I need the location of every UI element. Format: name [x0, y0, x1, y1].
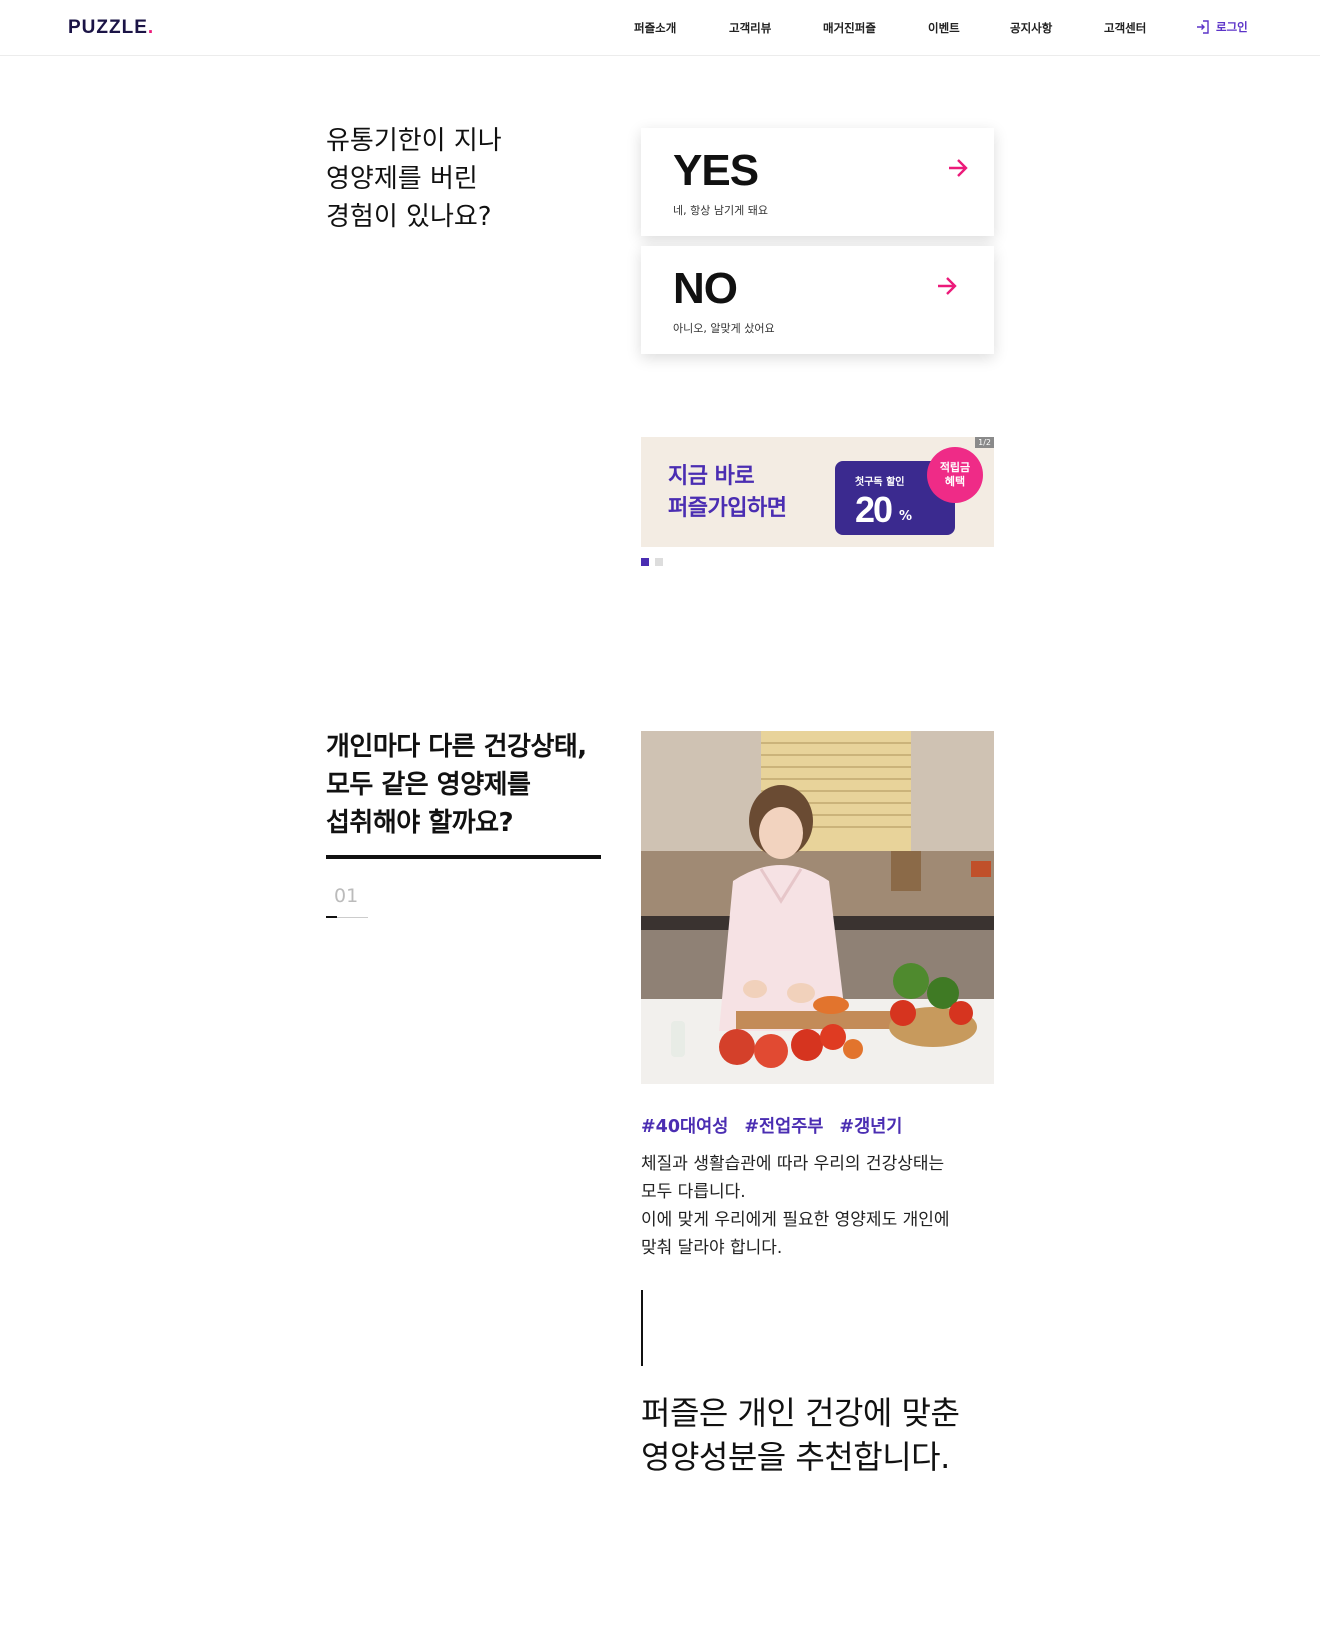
section-heading: 개인마다 다른 건강상태, 모두 같은 영양제를 섭취해야 할까요? — [326, 728, 616, 842]
badge-line: 적립금 — [939, 461, 971, 474]
tag-item[interactable]: #40대여성 — [641, 1113, 728, 1138]
login-button[interactable]: 로그인 — [1196, 19, 1248, 35]
heading-line: 섭취해야 할까요? — [326, 808, 514, 838]
nav-item-reviews[interactable]: 고객리뷰 — [729, 20, 771, 36]
question-line: 영양제를 버린 — [326, 164, 478, 194]
section-description: 체질과 생활습관에 따라 우리의 건강상태는 모두 다릅니다. 이에 맞게 우리… — [641, 1150, 1001, 1262]
question-line: 경험이 있나요? — [326, 202, 492, 232]
desc-line: 모두 다릅니다. — [641, 1182, 746, 1202]
answer-yes-label: YES — [673, 146, 759, 195]
slider-dot-2[interactable] — [655, 558, 663, 566]
question-line: 유통기한이 지나 — [326, 126, 502, 156]
question-title: 유통기한이 지나 영양제를 버린 경험이 있나요? — [326, 122, 586, 236]
logo-dot: . — [147, 17, 155, 38]
coupon-value: 20 — [855, 489, 893, 530]
tag-item[interactable]: #전업주부 — [744, 1113, 823, 1138]
nav-item-support[interactable]: 고객센터 — [1104, 20, 1146, 36]
coupon-unit: % — [899, 509, 913, 524]
heading-line: 개인마다 다른 건강상태, — [326, 732, 587, 762]
heading-line: 모두 같은 영양제를 — [326, 770, 531, 800]
desc-line: 체질과 생활습관에 따라 우리의 건강상태는 — [641, 1154, 945, 1174]
badge-line: 혜택 — [944, 475, 966, 488]
step-number: 01 — [334, 885, 359, 907]
site-header: PUZZLE. 퍼즐소개 고객리뷰 매거진퍼즐 이벤트 공지사항 고객센터 로그… — [0, 0, 1320, 56]
coupon-label: 첫구독 할인 — [855, 477, 905, 488]
kitchen-photo — [641, 731, 994, 1084]
heading-underline — [326, 855, 601, 859]
desc-line: 맞춰 달라야 합니다. — [641, 1238, 783, 1258]
closing-statement: 퍼즐은 개인 건강에 맞춘 영양성분을 추천합니다. — [641, 1391, 960, 1479]
answer-yes-card[interactable]: YES 네, 항상 남기게 돼요 — [641, 128, 994, 236]
slider-dot-1[interactable] — [641, 558, 649, 566]
nav-item-magazine[interactable]: 매거진퍼즐 — [823, 20, 876, 36]
banner-line: 퍼즐가입하면 — [668, 496, 787, 521]
banner-text: 지금 바로 퍼즐가입하면 — [668, 461, 787, 525]
closing-line: 영양성분을 추천합니다. — [641, 1438, 950, 1476]
arrow-right-icon — [947, 158, 969, 182]
slide-counter: 1/2 — [975, 437, 994, 448]
slider-dots — [641, 558, 663, 566]
nav-item-about[interactable]: 퍼즐소개 — [634, 20, 676, 36]
answer-no-label: NO — [673, 264, 738, 313]
logo-text: PUZZLE — [68, 17, 148, 38]
banner-line: 지금 바로 — [668, 464, 755, 489]
answer-no-sub: 아니오, 알맞게 샀어요 — [673, 322, 775, 335]
login-label: 로그인 — [1216, 20, 1248, 34]
promo-banner[interactable]: 지금 바로 퍼즐가입하면 첫구독 할인 20 % 적립금 혜택 1/2 — [641, 437, 994, 547]
vertical-divider — [641, 1290, 643, 1366]
logo[interactable]: PUZZLE. — [68, 17, 154, 39]
reward-badge: 적립금 혜택 — [927, 447, 983, 503]
nav-item-events[interactable]: 이벤트 — [928, 20, 960, 36]
tag-item[interactable]: #갱년기 — [839, 1113, 902, 1138]
answer-no-card[interactable]: NO 아니오, 알맞게 샀어요 — [641, 246, 994, 354]
answer-yes-sub: 네, 항상 남기게 돼요 — [673, 204, 768, 217]
closing-line: 퍼즐은 개인 건강에 맞춘 — [641, 1394, 960, 1432]
tag-list: #40대여성 #전업주부 #갱년기 — [641, 1113, 902, 1138]
step-progress-bar — [326, 916, 337, 918]
login-arrow-icon — [1196, 20, 1210, 34]
arrow-right-icon — [936, 276, 958, 300]
nav-item-notices[interactable]: 공지사항 — [1010, 20, 1052, 36]
desc-line: 이에 맞게 우리에게 필요한 영양제도 개인에 — [641, 1210, 950, 1230]
